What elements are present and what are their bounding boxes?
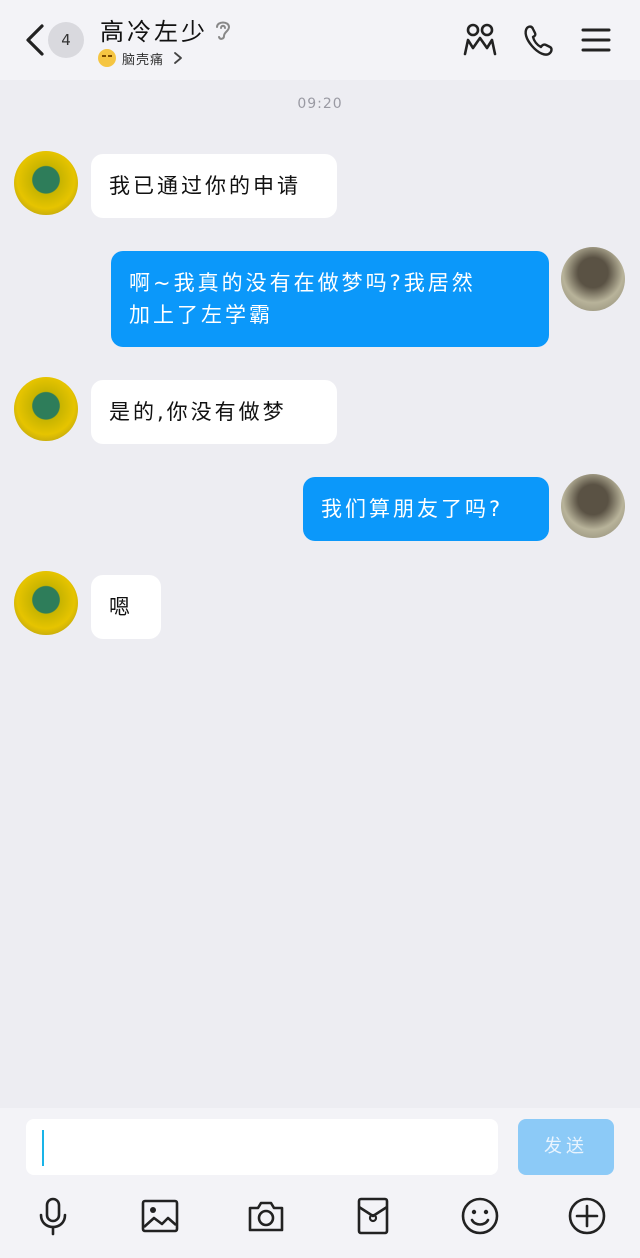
status-emoji-icon <box>98 49 116 67</box>
friends-icon <box>463 23 497 56</box>
image-button[interactable] <box>140 1196 180 1236</box>
image-icon <box>141 1199 179 1233</box>
peer-avatar[interactable] <box>14 377 78 441</box>
send-button[interactable]: 发送 <box>518 1119 614 1175</box>
camera-icon <box>248 1201 284 1232</box>
message-timestamp: 09:20 <box>297 96 343 112</box>
message-text: 我们算朋友了吗? <box>321 497 504 521</box>
peer-avatar[interactable] <box>14 151 78 215</box>
unread-count-badge[interactable]: 4 <box>48 22 84 58</box>
red-packet-icon <box>357 1197 389 1235</box>
message-text-line: 啊~我真的没有在做梦吗?我居然 <box>129 271 476 295</box>
message-bubble[interactable]: 啊~我真的没有在做梦吗?我居然 加上了左学霸 <box>111 251 549 347</box>
message-bubble[interactable]: 嗯 <box>91 575 161 639</box>
menu-button[interactable] <box>578 20 614 60</box>
message-bubble[interactable]: 我已通过你的申请 <box>91 154 337 218</box>
hearing-icon[interactable] <box>212 17 234 43</box>
contact-status[interactable]: 脑壳痛 <box>98 47 184 69</box>
message-text: 我已通过你的申请 <box>109 174 301 198</box>
message-bubble[interactable]: 是的,你没有做梦 <box>91 380 337 444</box>
friends-button[interactable] <box>462 20 498 60</box>
my-avatar[interactable] <box>561 474 625 538</box>
call-button[interactable] <box>520 20 556 60</box>
composer-bar: 发送 <box>0 1108 640 1258</box>
emoji-button[interactable] <box>460 1196 500 1236</box>
message-bubble[interactable]: 我们算朋友了吗? <box>303 477 549 541</box>
phone-icon <box>524 25 553 56</box>
text-caret <box>42 1130 44 1166</box>
contact-name[interactable]: 高冷左少 <box>100 12 208 47</box>
emoji-icon <box>461 1197 499 1235</box>
message-text-line: 加上了左学霸 <box>129 303 273 327</box>
red-packet-button[interactable] <box>353 1196 393 1236</box>
message-text: 嗯 <box>109 595 133 619</box>
status-text: 脑壳痛 <box>122 52 165 68</box>
chat-header: 4 高冷左少 脑壳痛 <box>0 0 640 80</box>
camera-button[interactable] <box>246 1196 286 1236</box>
message-text: 是的,你没有做梦 <box>109 400 287 424</box>
voice-button[interactable] <box>33 1196 73 1236</box>
plus-icon <box>568 1197 606 1235</box>
message-input[interactable] <box>26 1119 498 1175</box>
chevron-right-icon <box>174 52 182 64</box>
menu-icon <box>581 28 611 52</box>
peer-avatar[interactable] <box>14 571 78 635</box>
more-button[interactable] <box>567 1196 607 1236</box>
microphone-icon <box>39 1197 67 1236</box>
my-avatar[interactable] <box>561 247 625 311</box>
